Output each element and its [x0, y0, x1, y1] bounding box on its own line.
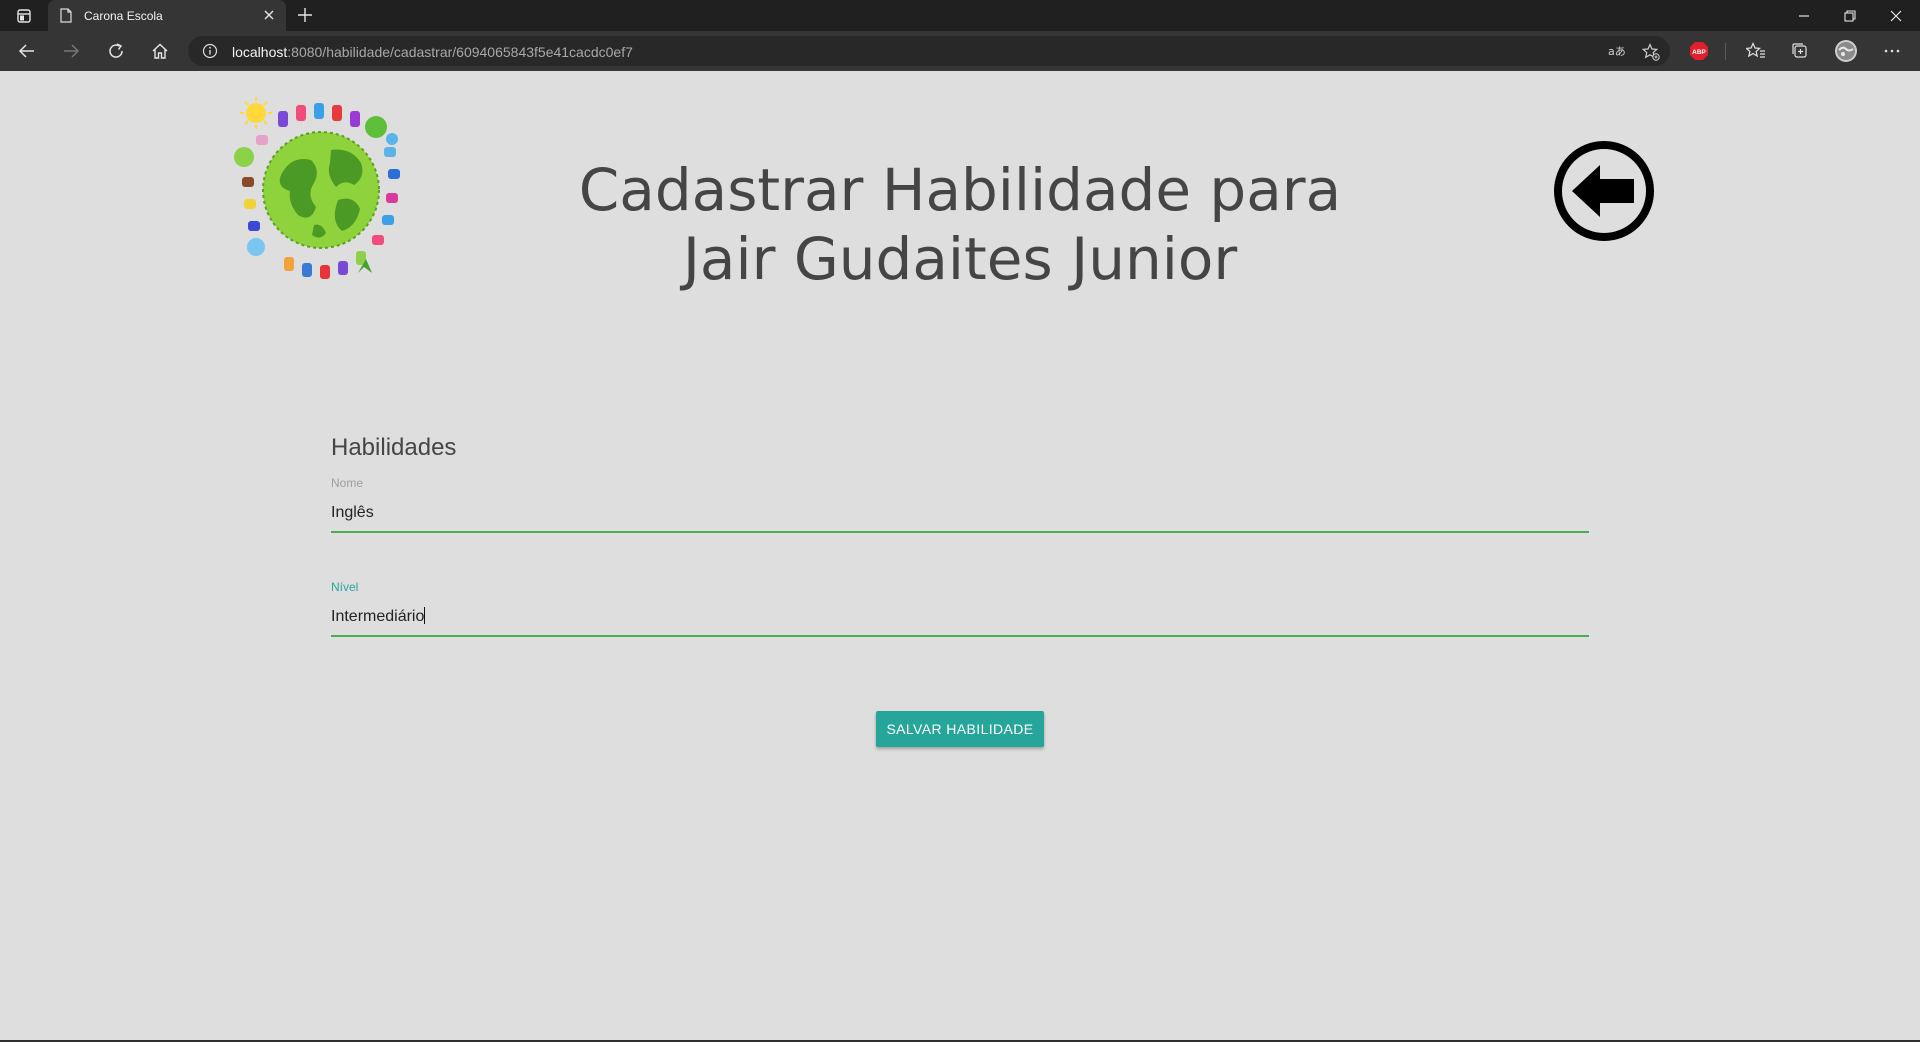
nivel-input-wrap[interactable]: Intermediário — [331, 605, 1589, 629]
children-around-globe-logo — [234, 97, 402, 279]
forward-nav-icon[interactable] — [59, 40, 83, 62]
favorites-icon[interactable] — [1744, 40, 1768, 62]
reload-icon[interactable] — [104, 40, 128, 62]
browser-tab-bar: Carona Escola — [0, 0, 1920, 31]
home-icon[interactable] — [148, 40, 172, 62]
nome-field: Nome Inglês — [331, 476, 1589, 533]
browser-toolbar: localhost:8080/habilidade/cadastrar/6094… — [0, 31, 1920, 71]
browser-tab[interactable]: Carona Escola — [48, 0, 286, 31]
restore-icon[interactable] — [1827, 5, 1873, 27]
nome-input[interactable]: Inglês — [331, 501, 1589, 525]
add-favorite-icon[interactable] — [1641, 43, 1660, 66]
nivel-field: Nível Intermediário — [331, 580, 1589, 637]
profile-avatar[interactable] — [1833, 38, 1859, 64]
tab-title: Carona Escola — [84, 9, 163, 23]
translate-icon[interactable]: aあ — [1608, 43, 1626, 64]
section-title: Habilidades — [331, 434, 457, 461]
collections-icon[interactable] — [1788, 40, 1812, 62]
url-text: localhost:8080/habilidade/cadastrar/6094… — [232, 44, 633, 60]
svg-text:aあ: aあ — [1608, 45, 1626, 58]
page-icon — [60, 8, 72, 26]
back-nav-icon[interactable] — [15, 40, 39, 62]
save-skill-button[interactable]: SALVAR HABILIDADE — [876, 711, 1044, 747]
more-menu-icon[interactable] — [1880, 40, 1904, 62]
minimize-icon[interactable] — [1781, 5, 1827, 27]
site-info-icon[interactable] — [202, 43, 218, 64]
close-window-icon[interactable] — [1873, 5, 1919, 27]
tab-close-icon[interactable] — [262, 8, 276, 25]
adblock-label: ABP — [1692, 49, 1706, 56]
new-tab-icon[interactable] — [296, 6, 314, 29]
adblock-icon[interactable]: ABP — [1687, 40, 1711, 62]
text-caret — [424, 607, 426, 624]
page-title: Cadastrar Habilidade para Jair Gudaites … — [578, 156, 1342, 293]
page-content: Cadastrar Habilidade para Jair Gudaites … — [0, 71, 1920, 1042]
url-host: localhost — [232, 44, 288, 60]
toolbar-separator — [1725, 43, 1726, 60]
address-bar[interactable]: localhost:8080/habilidade/cadastrar/6094… — [188, 36, 1670, 66]
nome-label: Nome — [331, 476, 364, 490]
nivel-input[interactable]: Intermediário — [331, 608, 424, 625]
url-path: :8080/habilidade/cadastrar/6094065843f5e… — [287, 44, 633, 60]
nivel-underline — [331, 635, 1589, 637]
back-arrow-circle-icon[interactable] — [1552, 139, 1656, 243]
tab-actions-icon[interactable] — [12, 7, 34, 25]
nome-underline — [331, 531, 1589, 533]
nivel-label: Nível — [331, 580, 359, 594]
